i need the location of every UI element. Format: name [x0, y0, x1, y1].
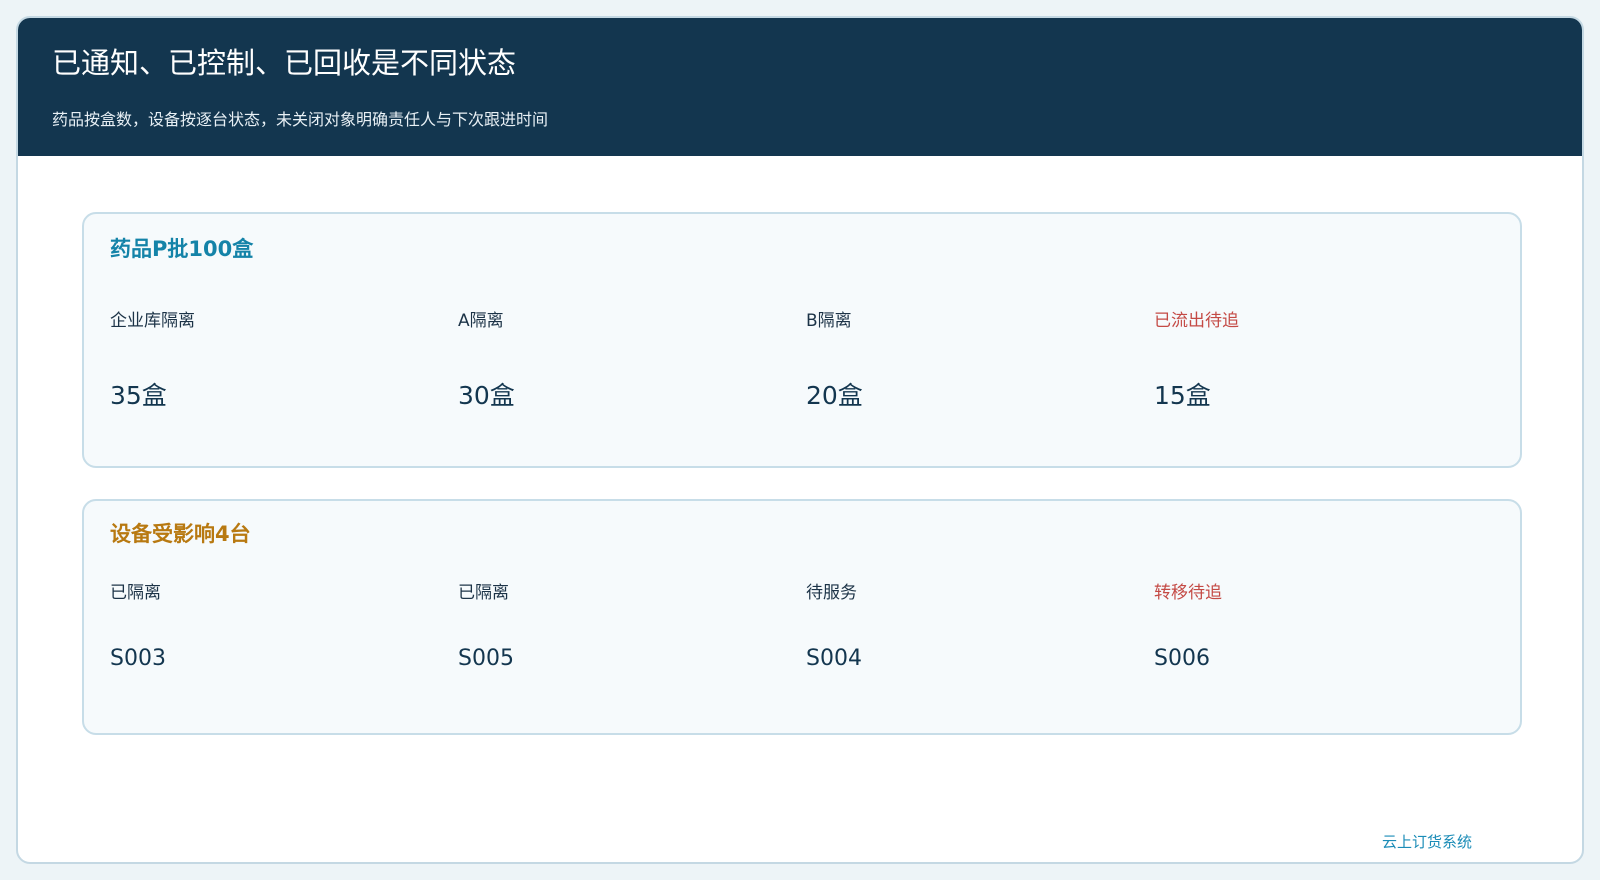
equipment-status-transfer-pending-tracking: 转移待追 S006 [1154, 581, 1502, 671]
drug-batch-status-card: 药品P批100盒 企业库隔离 35盒 A隔离 30盒 B隔离 20盒 已流出待追… [82, 212, 1522, 468]
equipment-id: S003 [110, 646, 166, 671]
drug-batch-title: 药品P批100盒 [110, 237, 254, 261]
equipment-status-label: 已隔离 [110, 583, 161, 603]
drug-status-a-isolation: A隔离 30盒 [458, 309, 806, 410]
page-header: 已通知、已控制、已回收是不同状态 药品按盒数，设备按逐台状态，未关闭对象明确责任… [18, 18, 1582, 156]
equipment-status-isolated-s003: 已隔离 S003 [110, 581, 458, 671]
drug-status-value: 30盒 [458, 381, 515, 410]
equipment-id: S004 [806, 646, 862, 671]
drug-status-pending-tracking: 已流出待追 15盒 [1154, 309, 1502, 410]
drug-status-b-isolation: B隔离 20盒 [806, 309, 1154, 410]
equipment-status-label: 待服务 [806, 583, 857, 603]
equipment-affected-title: 设备受影响4台 [110, 522, 251, 546]
equipment-status-isolated-s005: 已隔离 S005 [458, 581, 806, 671]
page-title: 已通知、已控制、已回收是不同状态 [52, 46, 517, 80]
drug-status-alert-label: 已流出待追 [1154, 311, 1239, 331]
equipment-status-awaiting-service: 待服务 S004 [806, 581, 1154, 671]
drug-status-label: B隔离 [806, 311, 852, 331]
footer-brand: 云上订货系统 [1381, 833, 1472, 851]
drug-status-value: 15盒 [1154, 381, 1211, 410]
page-subtitle: 药品按盒数，设备按逐台状态，未关闭对象明确责任人与下次跟进时间 [52, 110, 549, 129]
drug-status-label: A隔离 [458, 311, 504, 331]
drug-status-label: 企业库隔离 [110, 311, 195, 331]
equipment-status-card: 设备受影响4台 已隔离 S003 已隔离 S005 待服务 S004 转移待追 … [82, 499, 1522, 735]
drug-status-value: 35盒 [110, 381, 167, 410]
equipment-status-alert-label: 转移待追 [1154, 583, 1222, 603]
recall-status-window: 已通知、已控制、已回收是不同状态 药品按盒数，设备按逐台状态，未关闭对象明确责任… [16, 16, 1584, 864]
equipment-id: S005 [458, 646, 514, 671]
equipment-status-label: 已隔离 [458, 583, 509, 603]
equipment-id: S006 [1154, 646, 1210, 671]
drug-status-enterprise-warehouse: 企业库隔离 35盒 [110, 309, 458, 410]
drug-status-value: 20盒 [806, 381, 863, 410]
